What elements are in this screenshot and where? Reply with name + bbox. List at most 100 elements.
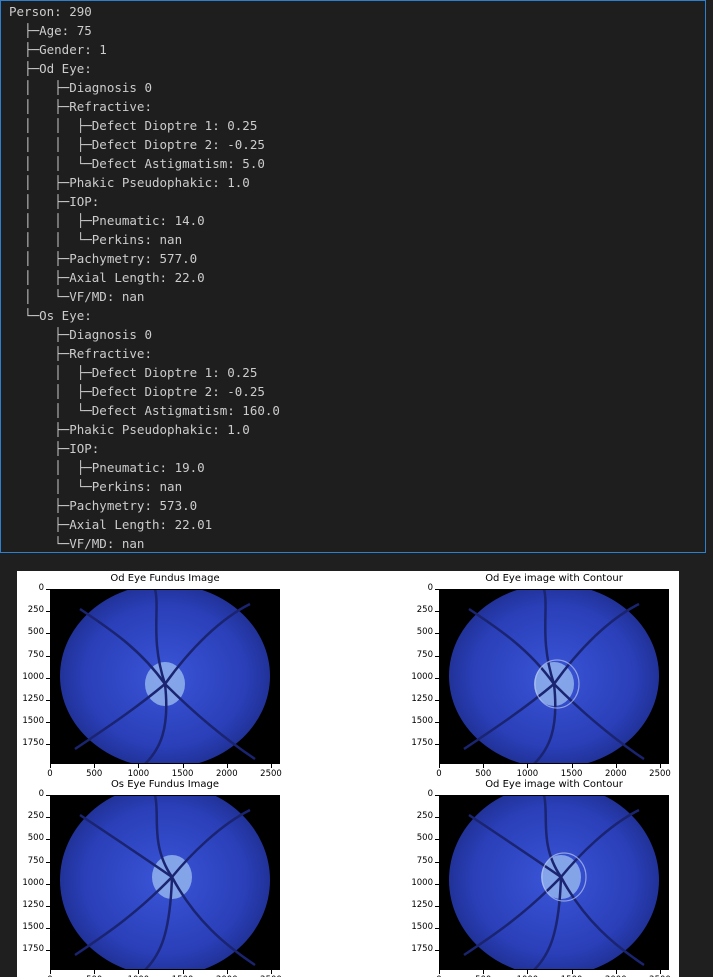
y-tick-label: 500	[27, 833, 44, 844]
x-tick	[660, 970, 661, 974]
y-tick	[46, 795, 50, 796]
y-tick	[435, 839, 439, 841]
tree-line: │ ├─Pneumatic: 19.0	[9, 460, 205, 475]
tree-line: │ │ └─Defect Astigmatism: 5.0	[9, 156, 265, 171]
y-tick	[46, 722, 50, 724]
x-tick	[50, 764, 51, 768]
y-tick	[435, 700, 439, 701]
y-tick	[46, 861, 50, 863]
x-tick	[571, 764, 573, 768]
y-tick	[435, 928, 439, 930]
y-tick-label: 1750	[411, 944, 433, 955]
x-tick	[615, 970, 617, 974]
y-tick-label: 500	[416, 627, 433, 638]
x-tick-label: 500	[475, 769, 492, 779]
x-tick	[615, 764, 617, 768]
x-tick-label: 1500	[560, 769, 583, 779]
y-tick	[435, 744, 439, 746]
y-tick	[435, 677, 439, 679]
x-tick	[138, 970, 140, 974]
x-tick	[226, 970, 228, 974]
y-tick-label: 1000	[411, 877, 433, 888]
y-tick-label: 1000	[411, 671, 433, 682]
axes-frame	[50, 589, 280, 764]
y-tick-label: 1250	[22, 900, 44, 910]
y-tick	[46, 744, 50, 746]
x-tick-label: 0	[436, 769, 442, 779]
y-tick	[435, 611, 439, 613]
y-tick	[46, 611, 50, 613]
tree-line: │ └─VF/MD: nan	[9, 289, 145, 304]
y-tick	[46, 817, 50, 819]
tree-line: ├─Refractive:	[9, 346, 152, 361]
x-tick	[226, 764, 228, 768]
y-tick-label: 250	[416, 605, 433, 616]
tree-line: └─Os Eye:	[9, 308, 92, 323]
y-tick-label: 750	[416, 649, 433, 660]
x-tick	[571, 970, 573, 974]
tree-line: ├─Diagnosis 0	[9, 327, 152, 342]
x-tick	[660, 764, 661, 768]
y-tick-label: 0	[427, 583, 433, 593]
y-tick-label: 1500	[22, 922, 44, 933]
y-tick-label: 750	[27, 855, 44, 866]
y-tick	[46, 633, 50, 635]
x-tick-label: 0	[47, 769, 53, 779]
y-tick	[435, 883, 439, 885]
y-tick-label: 750	[416, 855, 433, 866]
tree-line: ├─IOP:	[9, 441, 100, 456]
x-tick	[271, 970, 272, 974]
y-tick	[435, 722, 439, 724]
x-tick	[182, 970, 184, 974]
x-tick	[483, 970, 485, 974]
x-tick	[483, 764, 485, 768]
tree-line: ├─Pachymetry: 573.0	[9, 498, 198, 513]
x-tick	[94, 764, 96, 768]
x-tick-label: 1500	[171, 769, 194, 779]
y-tick-label: 1250	[411, 900, 433, 910]
x-tick	[182, 764, 184, 768]
y-tick-label: 1750	[22, 944, 44, 955]
tree-line: │ │ └─Perkins: nan	[9, 232, 183, 247]
subplot: Od Eye image with Contour 0 250 500 750 1000 1…	[411, 573, 670, 779]
tree-line: │ ├─Refractive:	[9, 99, 152, 114]
x-tick	[439, 764, 440, 768]
x-tick	[138, 764, 140, 768]
x-tick-label: 2000	[604, 769, 627, 779]
tree-line: │ ├─Axial Length: 22.0	[9, 270, 205, 285]
tree-line: │ ├─IOP:	[9, 194, 100, 209]
y-tick-label: 1500	[411, 716, 433, 727]
x-tick	[527, 764, 529, 768]
subplot-title: Od Eye Fundus Image	[110, 573, 220, 584]
y-tick-label: 500	[416, 833, 433, 844]
y-tick	[46, 655, 50, 657]
y-tick	[435, 633, 439, 635]
y-tick	[435, 906, 439, 907]
y-tick-label: 1500	[22, 716, 44, 727]
y-tick	[435, 950, 439, 952]
tree-line: │ ├─Phakic Pseudophakic: 1.0	[9, 175, 250, 190]
tree-line: │ └─Perkins: nan	[9, 479, 183, 494]
subplot: Od Eye image with Contour 0 250 500 750 1000 1…	[411, 779, 670, 977]
y-tick	[46, 677, 50, 679]
tree-line: ├─Gender: 1	[9, 42, 107, 57]
x-tick	[271, 764, 272, 768]
tree-line: │ ├─Diagnosis 0	[9, 80, 152, 95]
tree-line: ├─Phakic Pseudophakic: 1.0	[9, 422, 250, 437]
subplot-title: Od Eye image with Contour	[485, 779, 623, 790]
y-tick	[46, 883, 50, 885]
x-tick-label: 1000	[127, 769, 150, 779]
y-tick	[435, 861, 439, 863]
y-tick-label: 1500	[411, 922, 433, 933]
x-tick	[50, 970, 51, 974]
y-tick	[46, 839, 50, 841]
tree-line: │ ├─Defect Dioptre 1: 0.25	[9, 365, 258, 380]
axes-frame	[50, 795, 280, 970]
x-tick	[439, 970, 440, 974]
y-tick	[46, 928, 50, 930]
tree-line: │ │ ├─Pneumatic: 14.0	[9, 213, 205, 228]
y-tick	[46, 906, 50, 907]
tree-line: ├─Axial Length: 22.01	[9, 517, 213, 532]
y-tick	[435, 655, 439, 657]
fundus-figure: Od Eye Fundus Image 0 250 500 750 1000 1250 150…	[17, 571, 679, 977]
